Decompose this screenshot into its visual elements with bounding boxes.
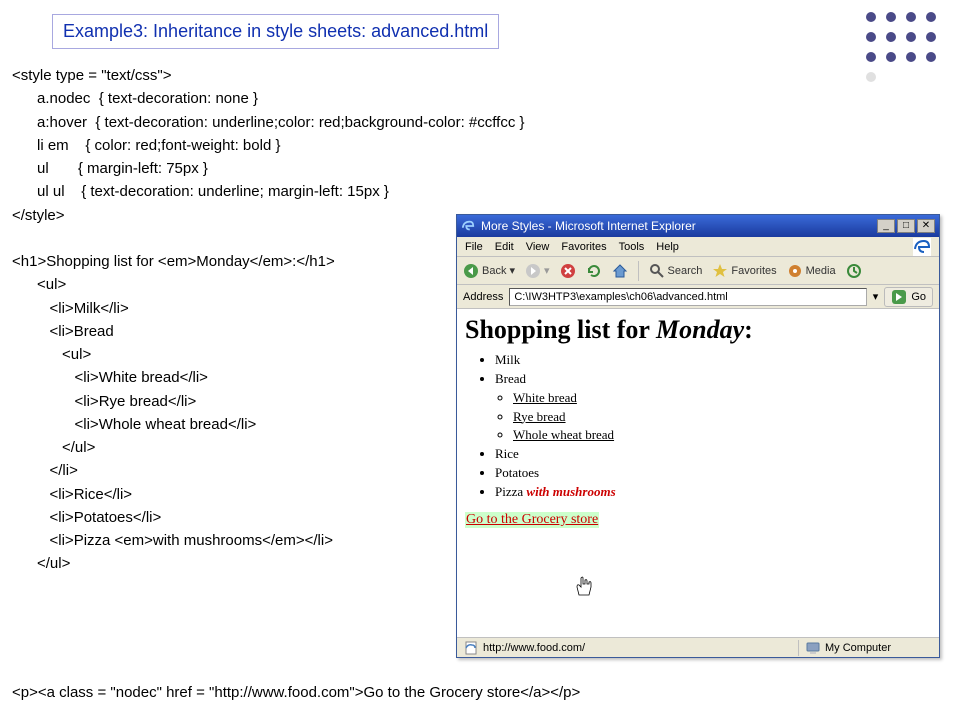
ie-favicon-icon [461, 219, 475, 233]
forward-button[interactable]: ▾ [525, 263, 550, 279]
back-icon [463, 263, 479, 279]
favorites-button[interactable]: Favorites [712, 263, 776, 279]
menu-favorites[interactable]: Favorites [561, 241, 606, 253]
slide-title: Example3: Inheritance in style sheets: a… [63, 21, 488, 41]
list-item: Potatoes [495, 464, 939, 483]
browser-statusbar: http://www.food.com/ My Computer [457, 637, 939, 657]
history-icon[interactable] [846, 263, 862, 279]
list-item: White bread [513, 389, 939, 408]
search-icon [649, 263, 665, 279]
maximize-button[interactable]: □ [897, 219, 915, 233]
browser-titlebar: More Styles - Microsoft Internet Explore… [457, 215, 939, 237]
close-button[interactable]: ✕ [917, 219, 935, 233]
browser-title-text: More Styles - Microsoft Internet Explore… [481, 219, 696, 233]
cursor-hand-icon [573, 575, 595, 599]
status-zone: My Computer [825, 642, 891, 654]
media-icon [787, 263, 803, 279]
page-icon [463, 640, 479, 656]
chevron-down-icon: ▾ [544, 264, 550, 277]
decorative-dots [866, 12, 938, 84]
stop-icon[interactable] [560, 263, 576, 279]
nested-list: White bread Rye bread Whole wheat bread [513, 389, 939, 446]
menu-file[interactable]: File [465, 241, 483, 253]
home-icon[interactable] [612, 263, 628, 279]
page-heading: Shopping list for Monday: [465, 315, 931, 345]
star-icon [712, 263, 728, 279]
list-item: Milk [495, 351, 939, 370]
browser-menubar: File Edit View Favorites Tools Help [457, 237, 939, 257]
menu-help[interactable]: Help [656, 241, 679, 253]
back-button[interactable]: Back ▾ [463, 263, 515, 279]
grocery-link[interactable]: Go to the Grocery store [465, 512, 599, 528]
go-button[interactable]: Go [884, 287, 933, 307]
list-item: Bread White bread Rye bread Whole wheat … [495, 370, 939, 445]
list-item: Pizza with mushrooms [495, 483, 939, 502]
ie-logo-icon [913, 238, 931, 256]
status-text: http://www.food.com/ [483, 642, 585, 654]
media-button[interactable]: Media [787, 263, 836, 279]
chevron-down-icon[interactable]: ▾ [873, 290, 879, 303]
computer-icon [805, 640, 821, 656]
list-item: Rye bread [513, 408, 939, 427]
chevron-down-icon: ▾ [509, 264, 515, 277]
menu-edit[interactable]: Edit [495, 241, 514, 253]
address-input[interactable] [509, 288, 866, 306]
browser-window: More Styles - Microsoft Internet Explore… [456, 214, 940, 658]
address-label: Address [463, 291, 503, 303]
shopping-list: Milk Bread White bread Rye bread Whole w… [495, 351, 939, 502]
browser-address-bar: Address ▾ Go [457, 285, 939, 309]
refresh-icon[interactable] [586, 263, 602, 279]
menu-tools[interactable]: Tools [619, 241, 645, 253]
go-icon [891, 289, 907, 305]
slide-title-box: Example3: Inheritance in style sheets: a… [52, 14, 499, 49]
forward-icon [525, 263, 541, 279]
minimize-button[interactable]: _ [877, 219, 895, 233]
browser-viewport: Shopping list for Monday: Milk Bread Whi… [457, 309, 939, 637]
browser-toolbar: Back ▾ ▾ Search Favorites Media [457, 257, 939, 285]
list-item: Rice [495, 445, 939, 464]
code-last-line: <p><a class = "nodec" href = "http://www… [12, 684, 580, 701]
menu-view[interactable]: View [526, 241, 550, 253]
search-button[interactable]: Search [649, 263, 703, 279]
list-item: Whole wheat bread [513, 426, 939, 445]
